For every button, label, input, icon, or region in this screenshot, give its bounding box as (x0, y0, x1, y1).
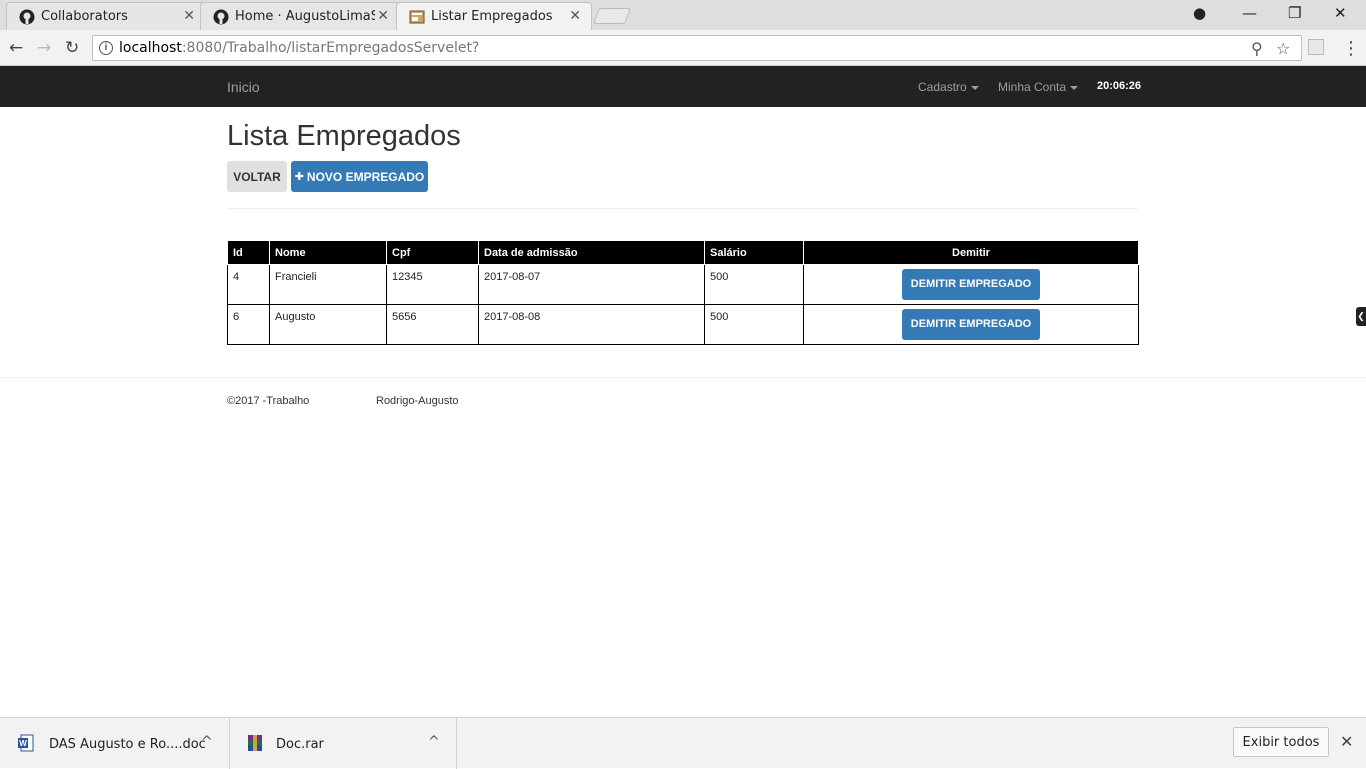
cell-nome: Francieli (269, 264, 387, 305)
employees-table: Id Nome Cpf Data de admissão Salário Dem… (227, 240, 1139, 345)
tab-title: Collaborators (41, 9, 128, 24)
window-close-icon[interactable]: ✕ (1334, 4, 1347, 22)
minimize-icon[interactable]: — (1242, 4, 1257, 22)
word-doc-icon: W (18, 734, 34, 752)
page-title: Lista Empregados (227, 120, 461, 152)
star-icon[interactable]: ☆ (1276, 39, 1290, 58)
cell-salario: 500 (704, 304, 804, 345)
nav-minha-conta-dropdown[interactable]: Minha Conta (998, 80, 1079, 94)
header-data-admissao: Data de admissão (478, 240, 705, 265)
tab-title: Listar Empregados (431, 9, 553, 24)
address-bar[interactable]: i localhost:8080/Trabalho/listarEmpregad… (92, 35, 1302, 61)
github-icon (19, 9, 35, 25)
side-panel-toggle[interactable]: ❮ (1356, 307, 1366, 326)
clock: 20:06:26 (1097, 80, 1142, 92)
table-header-row: Id Nome Cpf Data de admissão Salário Dem… (227, 240, 1139, 265)
tab-title: Home · AugustoLimaSan (235, 9, 375, 24)
nav-cadastro-dropdown[interactable]: Cadastro (918, 80, 979, 94)
new-employee-button[interactable]: ✚ NOVO EMPREGADO (291, 161, 428, 192)
winrar-icon (248, 735, 262, 751)
new-tab-button[interactable] (593, 8, 631, 24)
download-filename: DAS Augusto e Ro....doc (49, 737, 206, 752)
cell-nome: Augusto (269, 304, 387, 345)
svg-text:W: W (19, 739, 27, 748)
footer-authors: Rodrigo-Augusto (376, 395, 459, 407)
cell-demitir: DEMITIR EMPREGADO (803, 304, 1139, 345)
url-text[interactable]: localhost:8080/Trabalho/listarEmpregados… (119, 40, 479, 56)
table-row: 4 Francieli 12345 2017-08-07 500 DEMITIR… (227, 264, 1139, 305)
tab-listar-empregados[interactable]: Listar Empregados ✕ (396, 2, 592, 30)
back-icon[interactable]: ← (9, 38, 23, 58)
cell-cpf: 12345 (386, 264, 479, 305)
download-filename: Doc.rar (276, 737, 324, 752)
close-icon[interactable]: ✕ (183, 8, 195, 24)
chevron-up-icon[interactable]: ^ (201, 734, 213, 750)
nav-label: Minha Conta (998, 80, 1067, 94)
caret-down-icon (1070, 85, 1079, 90)
footer-copyright: ©2017 -Trabalho (227, 395, 310, 407)
chevron-up-icon[interactable]: ^ (428, 734, 440, 750)
download-bar: W DAS Augusto e Ro....doc ^ Doc.rar ^ Ex… (0, 717, 1366, 769)
plus-icon: ✚ (294, 170, 304, 183)
url-path: :8080/Trabalho/listarEmpregadosServelet? (181, 40, 480, 56)
cell-data: 2017-08-08 (478, 304, 705, 345)
browser-toolbar: ← → ↻ i localhost:8080/Trabalho/listarEm… (0, 30, 1366, 66)
info-icon[interactable]: i (99, 41, 113, 55)
fire-employee-button[interactable]: DEMITIR EMPREGADO (902, 309, 1040, 340)
cell-id: 4 (227, 264, 270, 305)
extension-icon[interactable] (1308, 39, 1324, 55)
restore-icon[interactable]: ❐ (1288, 4, 1301, 22)
close-icon[interactable]: ✕ (1340, 732, 1353, 751)
site-navbar: Inicio Cadastro Minha Conta 20:06:26 (0, 66, 1366, 107)
cell-data: 2017-08-07 (478, 264, 705, 305)
navbar-brand[interactable]: Inicio (227, 79, 260, 95)
download-item[interactable]: W DAS Augusto e Ro....doc ^ (0, 718, 230, 769)
header-id: Id (227, 240, 270, 265)
close-icon[interactable]: ✕ (569, 8, 581, 24)
fire-employee-button[interactable]: DEMITIR EMPREGADO (902, 269, 1040, 300)
tab-home[interactable]: Home · AugustoLimaSan ✕ (200, 2, 400, 30)
cell-salario: 500 (704, 264, 804, 305)
new-employee-label: NOVO EMPREGADO (306, 169, 425, 184)
header-demitir: Demitir (803, 240, 1139, 265)
zoom-icon[interactable]: ⚲ (1251, 39, 1263, 58)
cell-demitir: DEMITIR EMPREGADO (803, 264, 1139, 305)
divider (227, 208, 1138, 209)
github-icon (213, 9, 229, 25)
download-item[interactable]: Doc.rar ^ (231, 718, 457, 769)
footer-divider (0, 377, 1366, 378)
page-icon (409, 10, 425, 24)
reload-icon[interactable]: ↻ (65, 38, 79, 58)
show-all-downloads-button[interactable]: Exibir todos (1233, 727, 1329, 757)
cell-cpf: 5656 (386, 304, 479, 345)
forward-icon[interactable]: → (37, 38, 51, 58)
browser-tab-strip: Collaborators ✕ Home · AugustoLimaSan ✕ … (0, 0, 1366, 30)
url-host: localhost (119, 40, 182, 56)
menu-icon[interactable]: ⋮ (1342, 38, 1360, 59)
cell-id: 6 (227, 304, 270, 345)
header-nome: Nome (269, 240, 387, 265)
caret-down-icon (970, 85, 979, 90)
table-row: 6 Augusto 5656 2017-08-08 500 DEMITIR EM… (227, 304, 1139, 345)
back-button[interactable]: VOLTAR (227, 161, 287, 192)
nav-label: Cadastro (918, 80, 967, 94)
close-icon[interactable]: ✕ (377, 8, 389, 24)
header-cpf: Cpf (386, 240, 479, 265)
header-salario: Salário (704, 240, 804, 265)
tab-collaborators[interactable]: Collaborators ✕ (6, 2, 206, 30)
account-icon[interactable]: ● (1193, 4, 1206, 22)
